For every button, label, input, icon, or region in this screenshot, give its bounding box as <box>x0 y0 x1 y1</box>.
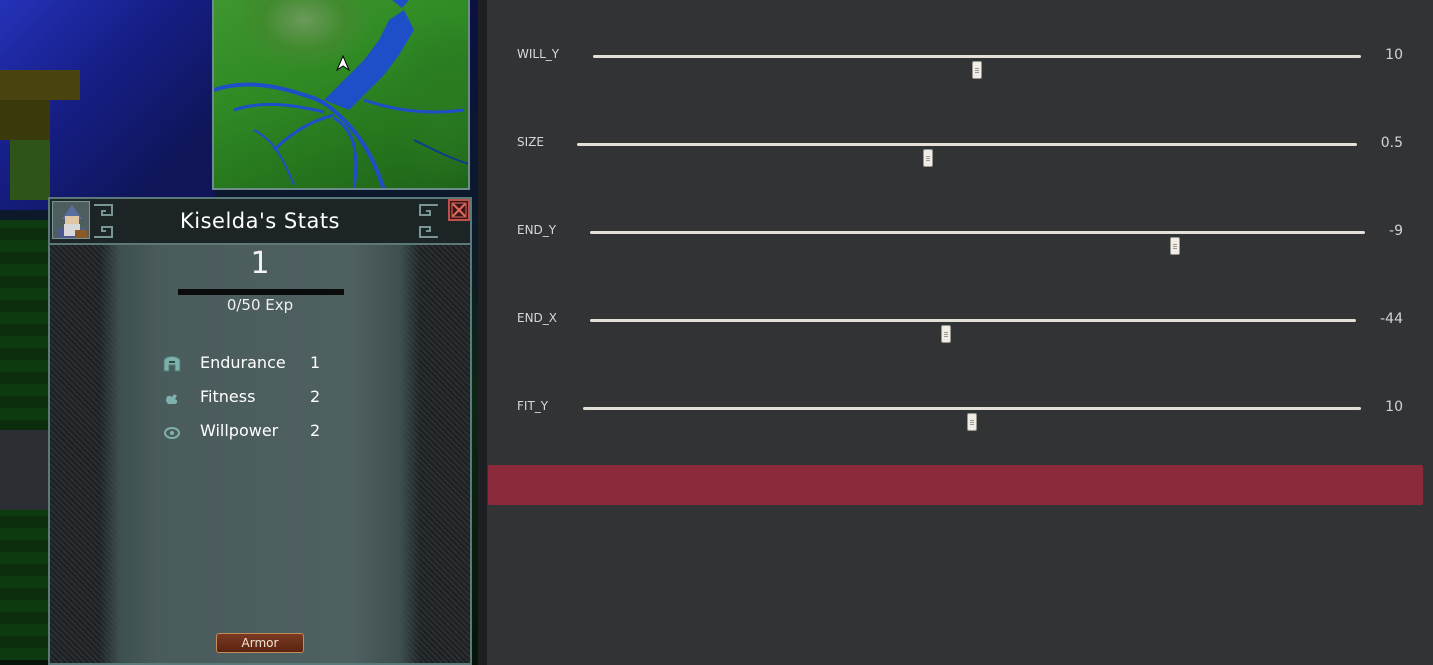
slider-thumb[interactable] <box>1170 237 1181 255</box>
close-button[interactable] <box>448 199 470 221</box>
character-level: 1 <box>250 246 270 281</box>
stat-value: 2 <box>310 387 321 406</box>
terrain-block <box>0 100 50 140</box>
slider-value: -44 <box>1380 311 1403 327</box>
stat-label: Willpower <box>200 421 279 440</box>
slider-thumb[interactable] <box>972 61 982 79</box>
stat-row-fitness: Fitness 2 <box>160 385 360 411</box>
exp-progress-bar <box>178 289 344 295</box>
slider-label: WILL_Y <box>517 47 560 61</box>
slider-thumb[interactable] <box>941 325 952 343</box>
slider-track[interactable] <box>590 231 1365 255</box>
game-viewport[interactable]: Kiselda's Stats 1 0/50 Exp Endurance 1 F… <box>0 0 478 665</box>
stats-panel: Kiselda's Stats 1 0/50 Exp Endurance 1 F… <box>48 197 472 665</box>
ornament-right-icon <box>419 204 438 238</box>
ornament-left-icon <box>94 204 113 238</box>
armor-button[interactable]: Armor <box>216 633 304 653</box>
slider-value: -9 <box>1389 223 1403 239</box>
slider-label: END_X <box>517 311 558 325</box>
helmet-icon <box>163 356 181 372</box>
slider-value: 0.5 <box>1380 135 1403 151</box>
slider-row-fit-y: FIT_Y 10 <box>487 393 1433 431</box>
eye-icon <box>164 427 180 439</box>
panel-title: Kiselda's Stats <box>180 209 340 233</box>
slider-track[interactable] <box>590 319 1356 343</box>
stat-row-endurance: Endurance 1 <box>160 351 360 377</box>
slider-label: END_Y <box>517 223 557 237</box>
slider-value: 10 <box>1385 399 1403 415</box>
slider-label: SIZE <box>517 135 544 149</box>
slider-track[interactable] <box>583 407 1361 431</box>
flexed-arm-icon <box>166 394 178 404</box>
terrain-block <box>0 70 80 100</box>
character-portrait-avatar <box>52 201 90 239</box>
panel-header: Kiselda's Stats <box>50 199 470 245</box>
terrain-block <box>10 140 50 200</box>
slider-track[interactable] <box>593 55 1361 79</box>
slider-value: 10 <box>1385 47 1403 63</box>
stat-row-willpower: Willpower 2 <box>160 419 360 445</box>
slider-track[interactable] <box>577 143 1357 167</box>
action-button[interactable] <box>488 465 1423 505</box>
stat-value: 1 <box>310 353 321 372</box>
slider-row-will-y: WILL_Y 10 <box>487 41 1433 79</box>
slider-row-end-x: END_X -44 <box>487 305 1433 343</box>
slider-label: FIT_Y <box>517 399 549 413</box>
slider-thumb[interactable] <box>923 149 933 167</box>
exp-text: 0/50 Exp <box>226 296 294 314</box>
stat-value: 2 <box>310 421 321 440</box>
debug-control-panel: WILL_Y 10 SIZE 0.5 END_Y -9 END_X -44 FI… <box>487 0 1433 665</box>
close-icon <box>451 202 467 218</box>
minimap[interactable] <box>212 0 470 190</box>
stat-label: Endurance <box>200 353 286 372</box>
slider-thumb[interactable] <box>967 413 977 431</box>
stat-label: Fitness <box>200 387 256 406</box>
slider-row-end-y: END_Y -9 <box>487 217 1433 255</box>
minimap-terrain <box>214 0 468 188</box>
slider-row-size: SIZE 0.5 <box>487 129 1433 167</box>
rock-terrain <box>0 430 50 510</box>
